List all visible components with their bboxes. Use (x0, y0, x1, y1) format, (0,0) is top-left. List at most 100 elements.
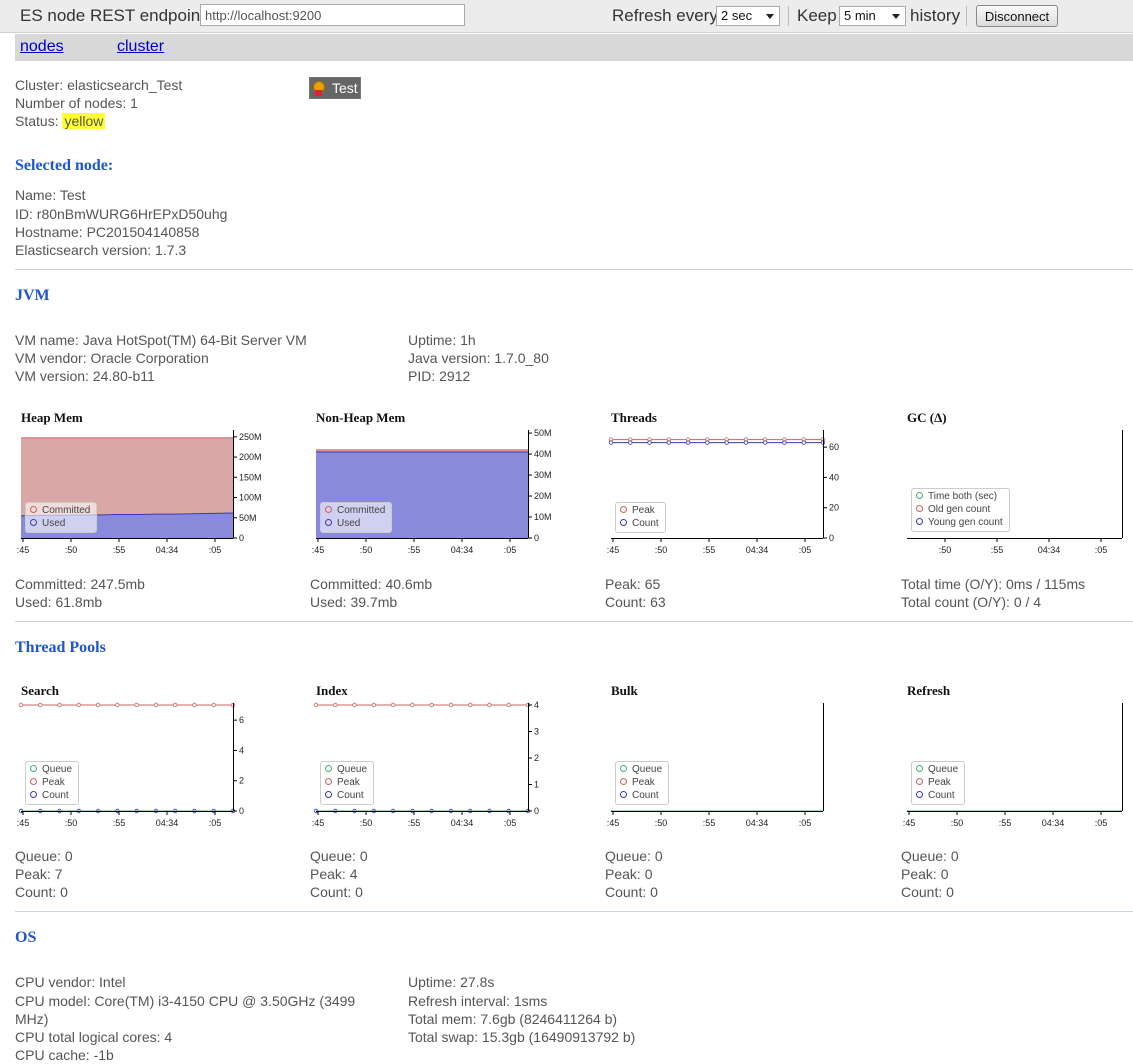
legend-item: Committed (325, 504, 385, 517)
index-pool-chart: Index 4 3 2 1 0:45:50:55 04:34:05 Queue Peak Coun… (310, 683, 580, 833)
nonheap-used: Used: 39.7mb (310, 594, 398, 610)
divider (15, 269, 1133, 270)
legend-label: Count (928, 790, 955, 801)
legend-item: Old gen count (916, 503, 1003, 516)
data-point (608, 440, 614, 445)
legend-marker-icon (30, 764, 37, 772)
chart-legend: Queue Peak Count (320, 761, 375, 805)
data-point (115, 702, 120, 708)
y-tick-label: 40M (534, 449, 552, 459)
legend-marker-icon (620, 777, 627, 785)
os-header: OS (15, 929, 37, 946)
os-cpu-vendor: CPU vendor: Intel (15, 974, 126, 990)
ribbon-icon (315, 90, 322, 96)
refresh-select[interactable]: 2 sec (716, 6, 780, 26)
heap-used: Used: 61.8mb (15, 594, 103, 610)
x-tick-label: :50 (655, 545, 668, 555)
node-badge-test[interactable]: Test (309, 77, 361, 99)
data-point (211, 702, 216, 708)
x-tick-label: 04:34 (156, 818, 179, 828)
disconnect-button[interactable]: Disconnect (976, 5, 1058, 27)
refresh-count: Count: 0 (901, 884, 954, 900)
legend-label: Queue (337, 764, 368, 775)
y-tick-label: 200M (239, 452, 262, 462)
legend-item: Peak (916, 776, 958, 789)
jvm-vm-name: VM name: Java HotSpot(TM) 64-Bit Server … (15, 332, 307, 348)
threads-chart: Threads 60 40 20 0:45:50:55 04:34:05 Peak Count (605, 410, 875, 560)
legend-item: Count (916, 789, 958, 802)
legend-item: Used (325, 517, 385, 530)
search-count: Count: 0 (15, 884, 68, 900)
y-tick-label: 4 (534, 700, 539, 710)
x-tick-label: 04:34 (1042, 818, 1065, 828)
jvm-header: JVM (15, 287, 50, 304)
nav-bar: nodes cluster (15, 34, 1133, 61)
legend-marker-icon (325, 764, 332, 772)
x-tick-label: :45 (312, 818, 325, 828)
x-tick-label: 04:34 (451, 545, 474, 555)
y-tick-label: 20 (829, 503, 839, 513)
x-tick-label: 04:34 (746, 545, 769, 555)
refresh-peak: Peak: 0 (901, 866, 949, 882)
chart-svg: 6 4 2 0:45:50:55 04:34:05 (17, 702, 244, 828)
chart-legend: Committed Used (25, 502, 98, 533)
endpoint-label: ES node REST endpoint (20, 6, 205, 25)
legend-item: Queue (916, 763, 958, 776)
data-point (705, 440, 710, 445)
chart-legend: Queue Peak Count (25, 761, 80, 805)
y-tick-label: 0 (239, 806, 244, 816)
search-peak: Peak: 7 (15, 866, 63, 882)
history-label: history (910, 6, 961, 25)
y-tick-label: 50M (534, 428, 552, 438)
divider (15, 911, 1133, 912)
nav-link-nodes[interactable]: nodes (20, 38, 64, 56)
data-point (487, 702, 492, 708)
gc-total-time: Total time (O/Y): 0ms / 115ms (901, 576, 1086, 592)
legend-item: Time both (sec) (916, 490, 1003, 503)
legend-item: Peak (325, 776, 367, 789)
legend-item: Used (30, 517, 90, 530)
os-total-mem: Total mem: 7.6gb (8246411264 b) (408, 1011, 618, 1027)
y-tick-label: 6 (239, 715, 244, 725)
os-total-swap: Total swap: 15.3gb (16490913792 b) (408, 1029, 636, 1045)
x-tick-label: :45 (312, 545, 325, 555)
x-tick-label: :05 (209, 818, 222, 828)
chart-legend: Queue Peak Count (911, 761, 966, 805)
x-tick-label: 04:34 (156, 545, 179, 555)
x-tick-label: 04:34 (1038, 545, 1061, 555)
chart-svg: :50:55 04:34:05 (907, 430, 1123, 555)
legend-label: Committed (337, 505, 386, 516)
legend-item: Peak (30, 776, 72, 789)
endpoint-input[interactable] (200, 4, 465, 26)
legend-label: Queue (42, 764, 73, 775)
data-point (76, 702, 82, 708)
heap-committed: Committed: 247.5mb (15, 576, 145, 592)
nav-link-cluster[interactable]: cluster (117, 38, 164, 56)
chart-legend: Time both (sec) Old gen count Young gen co… (911, 488, 1010, 532)
data-point (390, 702, 396, 708)
index-count: Count: 0 (310, 884, 363, 900)
chart-legend: Queue Peak Count (615, 761, 670, 805)
legend-marker-icon (325, 505, 332, 513)
y-tick-label: 40 (829, 472, 839, 482)
jvm-vm-version: VM version: 24.80-b11 (15, 368, 155, 384)
bulk-peak: Peak: 0 (605, 866, 653, 882)
os-uptime: Uptime: 27.8s (408, 974, 495, 990)
cluster-status: Status: yellow (15, 112, 106, 130)
os-cpu-model: CPU model: Core(TM) i3-4150 CPU @ 3.50GH… (15, 993, 356, 1009)
bulk-count: Count: 0 (605, 884, 658, 900)
chevron-down-icon (892, 14, 900, 19)
y-tick-label: 0 (534, 533, 539, 543)
node-es-version: Elasticsearch version: 1.7.3 (15, 242, 187, 258)
y-tick-label: 0 (829, 533, 834, 543)
search-queue: Queue: 0 (15, 848, 73, 864)
data-point (743, 440, 749, 445)
x-tick-label: :50 (360, 545, 373, 555)
keep-select[interactable]: 5 min (839, 6, 906, 26)
refresh-select-value: 2 sec (721, 8, 753, 23)
data-point (467, 702, 473, 708)
x-tick-label: :05 (504, 818, 517, 828)
x-tick-label: :55 (408, 545, 421, 555)
legend-marker-icon (30, 777, 37, 785)
data-point (685, 440, 691, 445)
